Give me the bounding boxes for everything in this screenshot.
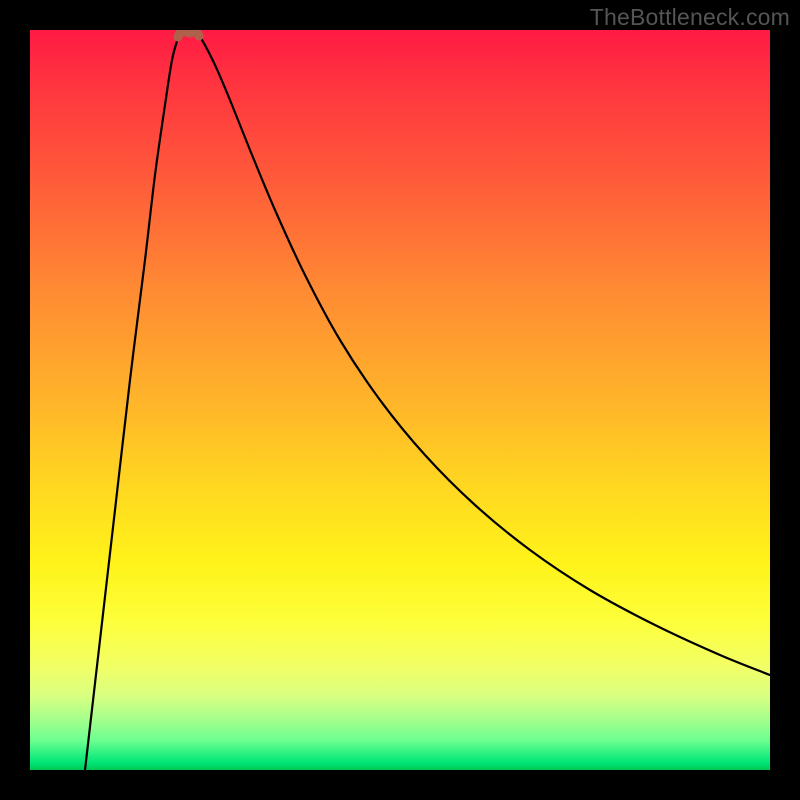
chart-svg xyxy=(30,30,770,770)
plot-area xyxy=(30,30,770,770)
curve-left-branch xyxy=(85,32,180,770)
curve-right-branch xyxy=(195,32,770,675)
chart-frame: TheBottleneck.com xyxy=(0,0,800,800)
watermark-text: TheBottleneck.com xyxy=(590,4,790,31)
valley-marker-icon xyxy=(178,31,199,37)
